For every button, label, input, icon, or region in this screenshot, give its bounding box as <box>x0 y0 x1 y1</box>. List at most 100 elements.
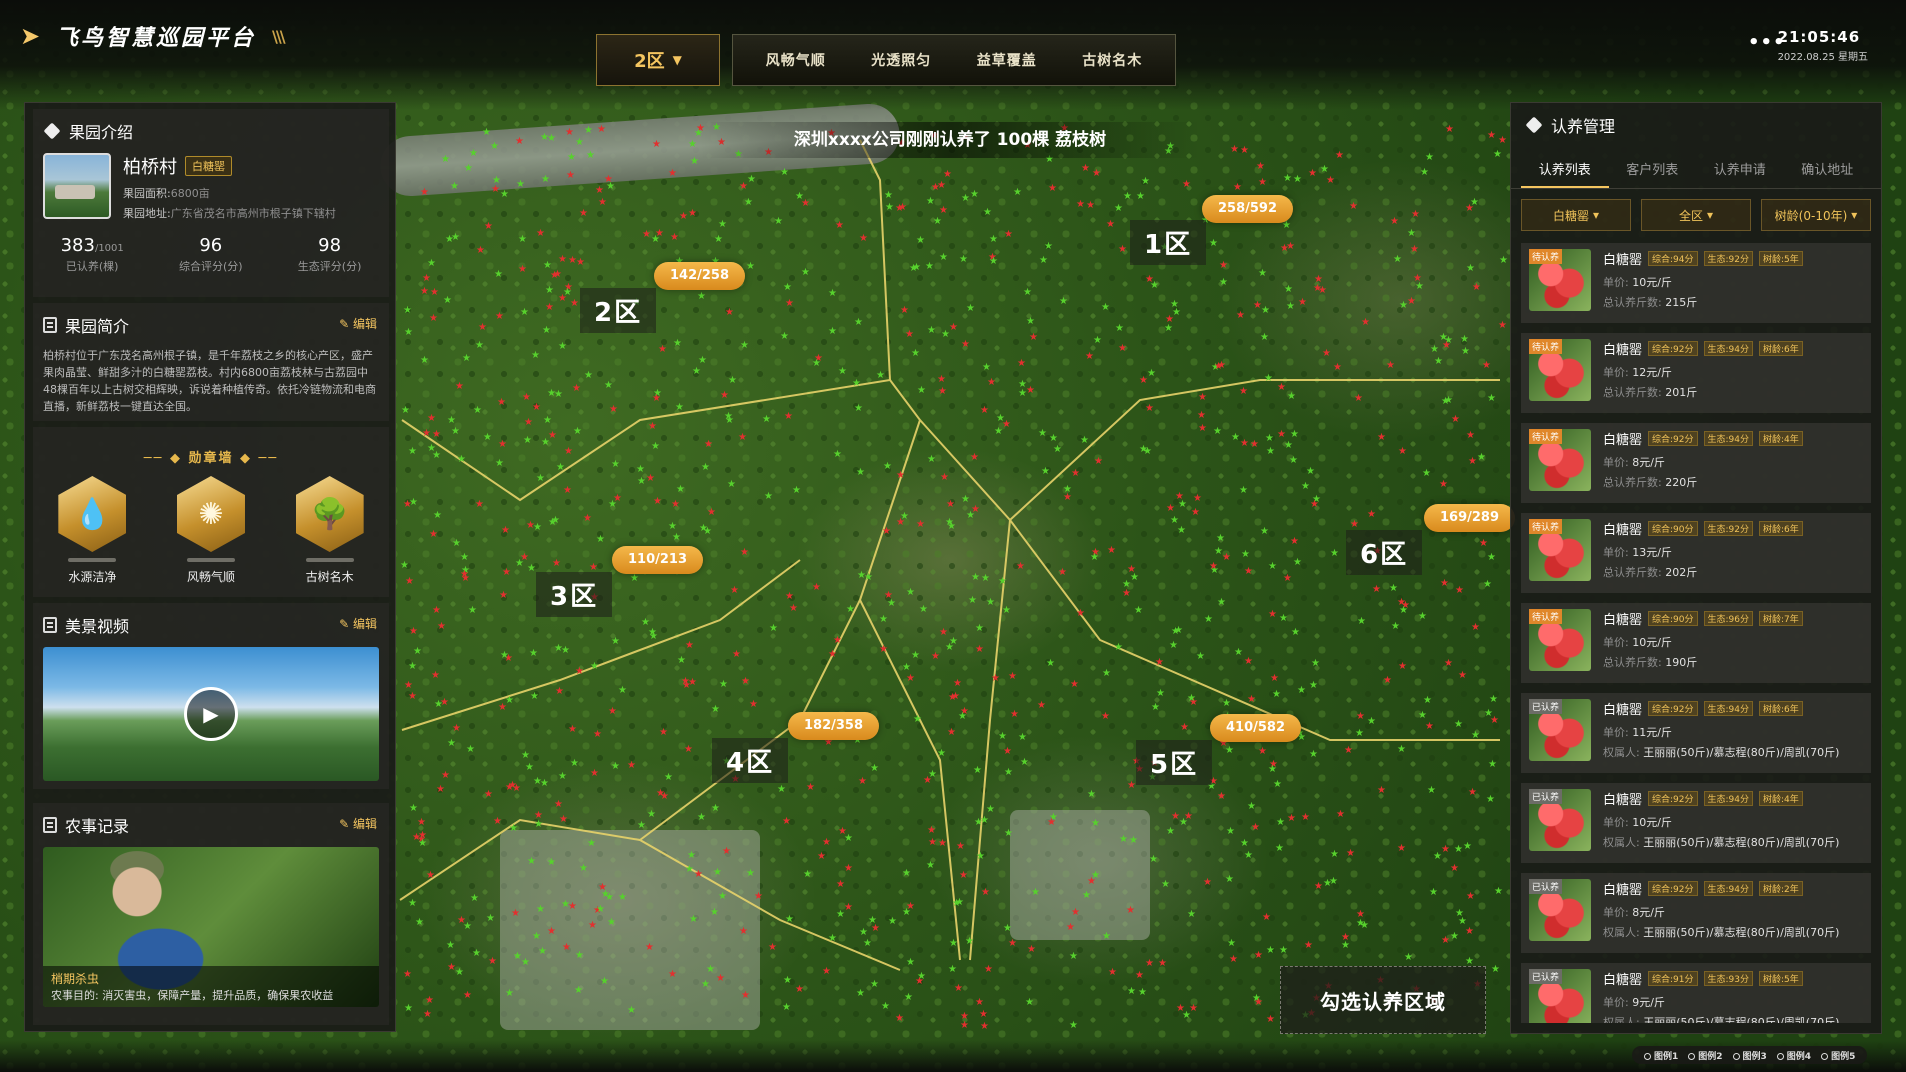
tree-marker[interactable]: ★ <box>902 868 911 879</box>
tree-marker[interactable]: ★ <box>652 393 661 404</box>
tree-marker[interactable]: ★ <box>1333 362 1342 373</box>
tree-marker[interactable]: ★ <box>1498 135 1507 146</box>
tree-marker[interactable]: ★ <box>522 392 531 403</box>
tree-marker[interactable]: ★ <box>1254 997 1263 1008</box>
tree-marker[interactable]: ★ <box>1491 964 1500 975</box>
tree-marker[interactable]: ★ <box>488 956 497 967</box>
tree-marker[interactable]: ★ <box>1058 567 1067 578</box>
tree-marker[interactable]: ★ <box>584 370 593 381</box>
tree-marker[interactable]: ★ <box>1048 183 1057 194</box>
tree-marker[interactable]: ★ <box>1145 958 1154 969</box>
tree-marker[interactable]: ★ <box>959 254 968 265</box>
tree-marker[interactable]: ★ <box>688 139 697 150</box>
tree-marker[interactable]: ★ <box>906 901 915 912</box>
tree-marker[interactable]: ★ <box>1310 499 1319 510</box>
tree-marker[interactable]: ★ <box>1487 552 1496 563</box>
tree-marker[interactable]: ★ <box>828 649 837 660</box>
tree-marker[interactable]: ★ <box>1225 874 1234 885</box>
tree-marker[interactable]: ★ <box>1309 680 1318 691</box>
tree-marker[interactable]: ★ <box>532 402 541 413</box>
edit-video-button[interactable]: ✎ 编辑 <box>339 615 377 632</box>
legend-item[interactable]: 图例5 <box>1821 1049 1855 1062</box>
tree-marker[interactable]: ★ <box>653 496 662 507</box>
tree-marker[interactable]: ★ <box>427 258 436 269</box>
tree-marker[interactable]: ★ <box>822 966 831 977</box>
tree-marker[interactable]: ★ <box>541 174 550 185</box>
tree-marker[interactable]: ★ <box>1004 828 1013 839</box>
tree-marker[interactable]: ★ <box>1041 466 1050 477</box>
tree-marker[interactable]: ★ <box>420 355 429 366</box>
tree-marker[interactable]: ★ <box>931 182 940 193</box>
tree-marker[interactable]: ★ <box>608 706 617 717</box>
tree-marker[interactable]: ★ <box>525 762 534 773</box>
tree-marker[interactable]: ★ <box>1451 414 1460 425</box>
tree-marker[interactable]: ★ <box>475 499 484 510</box>
tree-marker[interactable]: ★ <box>676 484 685 495</box>
tree-marker[interactable]: ★ <box>505 988 514 999</box>
tree-marker[interactable]: ★ <box>431 670 440 681</box>
tree-marker[interactable]: ★ <box>1360 920 1369 931</box>
tree-marker[interactable]: ★ <box>925 261 934 272</box>
farm-record-photo[interactable]: 梢期杀虫 农事目的: 消灭害虫，保障产量，提升品质，确保果农收益 <box>43 847 379 1007</box>
tree-marker[interactable]: ★ <box>854 317 863 328</box>
tree-marker[interactable]: ★ <box>434 699 443 710</box>
tree-marker[interactable]: ★ <box>1298 297 1307 308</box>
tree-marker[interactable]: ★ <box>501 525 510 536</box>
tree-marker[interactable]: ★ <box>1187 909 1196 920</box>
tree-marker[interactable]: ★ <box>1143 446 1152 457</box>
tree-marker[interactable]: ★ <box>566 170 575 181</box>
tree-marker[interactable]: ★ <box>1284 440 1293 451</box>
tree-marker[interactable]: ★ <box>1277 382 1286 393</box>
tree-marker[interactable]: ★ <box>492 175 501 186</box>
tree-marker[interactable]: ★ <box>858 776 867 787</box>
tree-marker[interactable]: ★ <box>782 1002 791 1013</box>
tree-marker[interactable]: ★ <box>699 523 708 534</box>
tree-marker[interactable]: ★ <box>989 256 998 267</box>
tree-marker[interactable]: ★ <box>547 388 556 399</box>
tree-marker[interactable]: ★ <box>1283 173 1292 184</box>
tree-marker[interactable]: ★ <box>1240 838 1249 849</box>
tree-marker[interactable]: ★ <box>579 208 588 219</box>
tree-marker[interactable]: ★ <box>859 233 868 244</box>
tree-marker[interactable]: ★ <box>958 711 967 722</box>
tree-marker[interactable]: ★ <box>1225 745 1234 756</box>
tree-marker[interactable]: ★ <box>1091 818 1100 829</box>
tree-marker[interactable]: ★ <box>677 655 686 666</box>
tree-marker[interactable]: ★ <box>1127 986 1136 997</box>
list-item[interactable]: 待认养 白糖罂 综合:94分 生态:92分 树龄:5年 单价: 10元/斤 总认养斤数: 2… <box>1521 243 1871 323</box>
tree-marker[interactable]: ★ <box>415 917 424 928</box>
tree-marker[interactable]: ★ <box>588 920 597 931</box>
tree-marker[interactable]: ★ <box>1187 693 1196 704</box>
tree-marker[interactable]: ★ <box>1270 673 1279 684</box>
tree-marker[interactable]: ★ <box>961 339 970 350</box>
tree-marker[interactable]: ★ <box>664 772 673 783</box>
tree-marker[interactable]: ★ <box>668 521 677 532</box>
tree-marker[interactable]: ★ <box>1277 429 1286 440</box>
tree-marker[interactable]: ★ <box>1471 730 1480 741</box>
tree-marker[interactable]: ★ <box>473 405 482 416</box>
tree-marker[interactable]: ★ <box>973 765 982 776</box>
tree-marker[interactable]: ★ <box>1123 191 1132 202</box>
tree-marker[interactable]: ★ <box>408 691 417 702</box>
tree-marker[interactable]: ★ <box>971 572 980 583</box>
tree-marker[interactable]: ★ <box>607 917 616 928</box>
tree-marker[interactable]: ★ <box>711 803 720 814</box>
tree-marker[interactable]: ★ <box>655 228 664 239</box>
tree-marker[interactable]: ★ <box>975 623 984 634</box>
tree-marker[interactable]: ★ <box>1115 323 1124 334</box>
tree-marker[interactable]: ★ <box>532 931 541 942</box>
tree-marker[interactable]: ★ <box>1477 452 1486 463</box>
tree-marker[interactable]: ★ <box>1260 332 1269 343</box>
tree-marker[interactable]: ★ <box>884 190 893 201</box>
tree-marker[interactable]: ★ <box>1484 708 1493 719</box>
tree-marker[interactable]: ★ <box>555 686 564 697</box>
tree-marker[interactable]: ★ <box>518 264 527 275</box>
tree-marker[interactable]: ★ <box>817 851 826 862</box>
tree-age-filter[interactable]: 树龄(0-10年) ▾ <box>1761 199 1871 231</box>
tree-marker[interactable]: ★ <box>854 403 863 414</box>
tree-marker[interactable]: ★ <box>1346 848 1355 859</box>
tree-marker[interactable]: ★ <box>1203 877 1212 888</box>
tree-marker[interactable]: ★ <box>1466 263 1475 274</box>
tree-marker[interactable]: ★ <box>1454 844 1463 855</box>
tree-marker[interactable]: ★ <box>1166 826 1175 837</box>
